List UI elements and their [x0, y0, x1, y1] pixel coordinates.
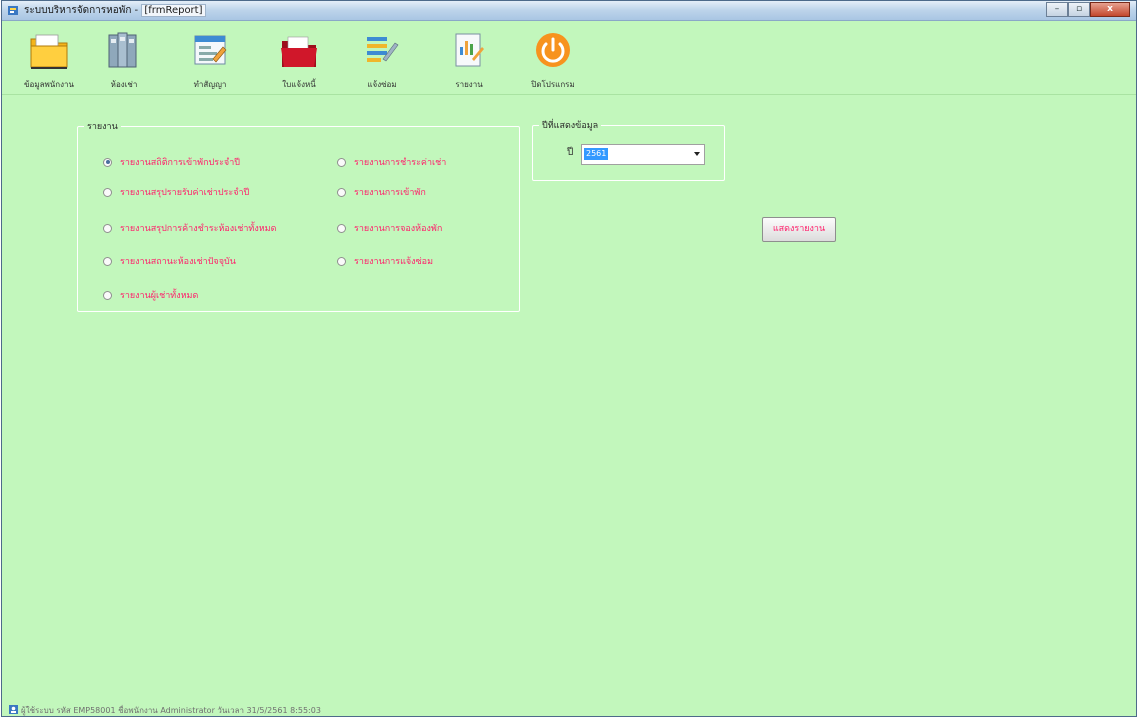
minimize-button[interactable]: –	[1046, 2, 1068, 17]
year-label: ปี	[567, 147, 574, 158]
radio-current-room-status-report[interactable]: รายงานสถานะห้องเช่าปัจจุบัน	[103, 254, 236, 268]
radio-label: รายงานการเข้าพัก	[354, 188, 426, 198]
status-bar: ผู้ใช้ระบบ รหัส EMP58001 ชื่อพนักงาน Adm…	[2, 696, 1136, 716]
radio-annual-rent-income-report[interactable]: รายงานสรุปรายรับค่าเช่าประจำปี	[103, 185, 249, 199]
radio-indicator[interactable]	[337, 256, 346, 266]
window-title: ระบบบริหารจัดการหอพัก - [frmReport]	[24, 3, 206, 18]
toolbar-label: ทำสัญญา	[193, 80, 227, 89]
radio-indicator[interactable]	[103, 256, 112, 266]
radio-check-in-report[interactable]: รายงานการเข้าพัก	[337, 185, 426, 199]
folder-icon	[30, 34, 68, 69]
toolbar-label: แจ้งซ่อม	[367, 80, 397, 89]
radio-indicator[interactable]	[337, 223, 346, 233]
year-filter-group: ปีที่แสดงข้อมูล ปี 2561	[532, 118, 725, 181]
restore-button[interactable]: ▫	[1068, 2, 1090, 17]
contract-icon	[194, 35, 227, 65]
radio-label: รายงานผู้เช่าทั้งหมด	[120, 291, 199, 301]
radio-label: รายงานสรุปการค้างชำระห้องเช่าทั้งหมด	[120, 224, 277, 234]
pen-document-icon	[367, 37, 399, 62]
user-icon	[9, 705, 18, 714]
radio-indicator[interactable]	[337, 187, 346, 197]
radio-label: รายงานการจองห้องพัก	[354, 224, 443, 234]
year-select[interactable]: 2561	[581, 144, 705, 165]
radio-outstanding-payment-report[interactable]: รายงานสรุปการค้างชำระห้องเช่าทั้งหมด	[103, 221, 276, 235]
toolbar-contract-button[interactable]: ทำสัญญา	[175, 25, 245, 93]
radio-label: รายงานการชำระค่าเช่า	[354, 158, 447, 168]
power-icon	[536, 33, 570, 67]
toolbar-label: ข้อมูลพนักงาน	[24, 80, 74, 89]
window-controls: – ▫ x	[1046, 2, 1130, 17]
chevron-down-icon[interactable]	[694, 152, 700, 156]
toolbar-label: รายงาน	[455, 80, 483, 89]
radio-indicator[interactable]	[103, 223, 112, 233]
radio-room-booking-report[interactable]: รายงานการจองห้องพัก	[337, 221, 442, 235]
toolbar-label: ห้องเช่า	[110, 80, 138, 89]
toolbar-report-button[interactable]: รายงาน	[434, 25, 504, 93]
show-report-button[interactable]: แสดงรายงาน	[762, 217, 836, 242]
toolbar-exit-button[interactable]: ปิดโปรแกรม	[518, 25, 588, 93]
radio-label: รายงานการแจ้งซ่อม	[354, 257, 434, 267]
title-bar[interactable]: ระบบบริหารจัดการหอพัก - [frmReport] – ▫ …	[2, 1, 1136, 21]
report-type-group: รายงาน รายงานสถิติการเข้าพักประจำปี รายง…	[77, 119, 520, 312]
window-title-form: [frmReport]	[141, 4, 206, 17]
year-select-value: 2561	[584, 148, 609, 160]
toolbar-label: ใบแจ้งหนี้	[282, 80, 316, 89]
radio-all-tenants-report[interactable]: รายงานผู้เช่าทั้งหมด	[103, 288, 198, 302]
toolbar-employee-data-button[interactable]: ข้อมูลพนักงาน	[14, 25, 84, 93]
app-icon	[8, 6, 18, 15]
radio-label: รายงานสรุปรายรับค่าเช่าประจำปี	[120, 188, 250, 198]
year-group-title: ปีที่แสดงข้อมูล	[539, 118, 602, 132]
report-form-panel: รายงาน รายงานสถิติการเข้าพักประจำปี รายง…	[2, 94, 1136, 696]
toolbar-label: ปิดโปรแกรม	[531, 80, 575, 89]
toolbar-invoice-button[interactable]: ใบแจ้งหนี้	[264, 25, 334, 93]
toolbar-rooms-button[interactable]: ห้องเช่า	[89, 25, 159, 93]
window-title-prefix: ระบบบริหารจัดการหอพัก -	[24, 5, 142, 16]
close-button[interactable]: x	[1090, 2, 1130, 17]
red-folder-icon	[281, 36, 317, 67]
report-group-title: รายงาน	[84, 119, 121, 133]
radio-indicator[interactable]	[103, 187, 112, 197]
main-toolbar: ข้อมูลพนักงาน ห้องเช่า ทำสัญญา ใบแจ้งหนี…	[2, 21, 1136, 94]
toolbar-repair-button[interactable]: แจ้งซ่อม	[347, 25, 417, 93]
report-icon	[455, 33, 484, 67]
radio-rent-payment-report[interactable]: รายงานการชำระค่าเช่า	[337, 155, 446, 169]
radio-label: รายงานสถิติการเข้าพักประจำปี	[120, 158, 240, 168]
application-window: ระบบบริหารจัดการหอพัก - [frmReport] – ▫ …	[1, 0, 1137, 717]
radio-selected-indicator[interactable]	[103, 157, 112, 167]
radio-indicator[interactable]	[337, 157, 346, 167]
radio-indicator[interactable]	[103, 290, 112, 300]
radio-repair-request-report[interactable]: รายงานการแจ้งซ่อม	[337, 254, 433, 268]
binders-icon	[108, 32, 137, 68]
status-text: ผู้ใช้ระบบ รหัส EMP58001 ชื่อพนักงาน Adm…	[21, 706, 321, 715]
radio-label: รายงานสถานะห้องเช่าปัจจุบัน	[120, 257, 236, 267]
radio-annual-occupancy-report[interactable]: รายงานสถิติการเข้าพักประจำปี	[103, 155, 240, 169]
